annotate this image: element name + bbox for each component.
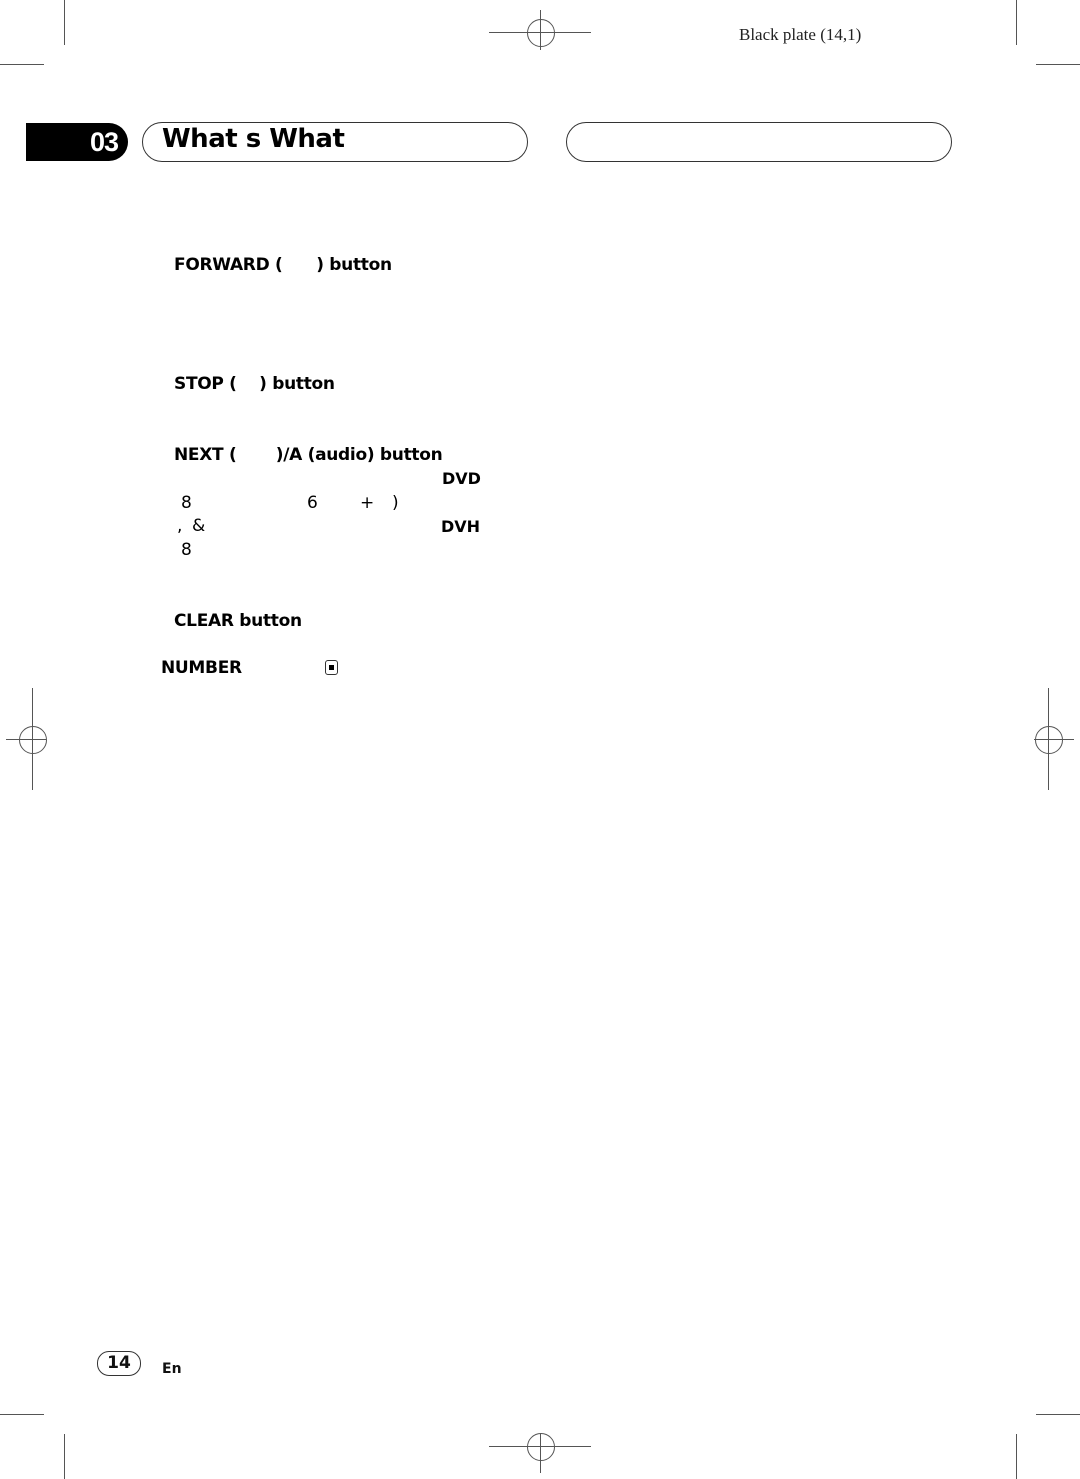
chapter-title: What s What <box>162 124 345 154</box>
model-label-dvd: DVD <box>442 469 481 488</box>
page-number: 14 <box>97 1351 141 1376</box>
crop-mark <box>1036 1414 1080 1415</box>
section-title-box <box>566 122 952 162</box>
number-label: NUMBER <box>161 658 242 678</box>
detail-glyph: 6 <box>307 493 318 513</box>
crop-mark <box>1036 64 1080 65</box>
chapter-number: 03 <box>26 123 128 161</box>
clear-button-heading: CLEAR button <box>174 611 302 631</box>
plate-label: Black plate (14,1) <box>739 25 862 44</box>
registration-mark <box>527 1433 555 1461</box>
registration-mark <box>527 19 555 47</box>
registration-mark <box>1035 726 1063 754</box>
crop-mark <box>0 64 44 65</box>
detail-glyph: 8 <box>181 540 192 560</box>
detail-glyph: 8 <box>181 493 192 513</box>
detail-glyph: + <box>360 493 375 513</box>
crop-mark <box>1016 0 1017 45</box>
detail-glyph: & <box>192 516 206 536</box>
crop-mark <box>1016 1434 1017 1479</box>
crop-mark <box>64 0 65 45</box>
language-label: En <box>162 1361 182 1377</box>
registration-mark <box>19 726 47 754</box>
stop-button-heading: STOP ( ) button <box>174 374 335 394</box>
forward-button-heading: FORWARD ( ) button <box>174 255 392 275</box>
detail-glyph: , <box>177 516 183 536</box>
stop-square-icon <box>325 660 338 675</box>
detail-glyph: ) <box>392 493 399 513</box>
crop-mark <box>0 1414 44 1415</box>
next-audio-button-heading: NEXT ( )/A (audio) button <box>174 445 443 465</box>
crop-mark <box>64 1434 65 1479</box>
model-label-dvh: DVH <box>441 517 481 536</box>
